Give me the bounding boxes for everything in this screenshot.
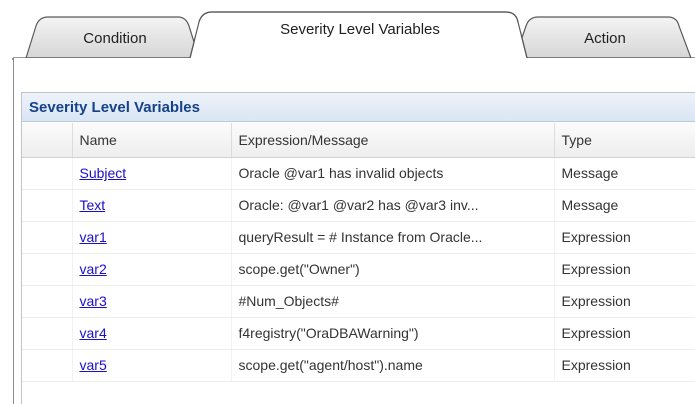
row-selector[interactable] (22, 189, 73, 222)
table-row[interactable]: var4 f4registry("OraDBAWarning") Expressio… (22, 317, 695, 350)
tab-severity-level-variables[interactable]: Severity Level Variables (230, 21, 490, 38)
table-header-row: Name Expression/Message Type (22, 123, 695, 158)
table-row[interactable]: var3 #Num_Objects# Expression (22, 285, 695, 318)
cell-name: var4 (72, 317, 232, 350)
column-header-name[interactable]: Name (72, 123, 232, 158)
tab-strip: Condition Severity Level Variables Actio… (0, 0, 695, 60)
variables-grid-panel: Severity Level Variables Name Expression… (21, 92, 695, 404)
table-row[interactable]: Text Oracle: @var1 @var2 has @var3 inv...… (22, 189, 695, 222)
row-selector[interactable] (22, 285, 73, 318)
cell-expression: Oracle @var1 has invalid objects (231, 157, 555, 190)
cell-type: Expression (554, 253, 695, 286)
variable-name-link[interactable]: var3 (80, 293, 107, 309)
cell-expression: #Num_Objects# (231, 285, 555, 318)
variables-table: Name Expression/Message Type Subject Orac… (22, 123, 695, 382)
cell-expression: f4registry("OraDBAWarning") (231, 317, 555, 350)
cell-name: var3 (72, 285, 232, 318)
tab-panel: Severity Level Variables Name Expression… (13, 58, 695, 404)
row-selector[interactable] (22, 317, 73, 350)
variable-name-link[interactable]: var4 (80, 325, 107, 341)
column-header-type[interactable]: Type (554, 123, 695, 158)
cell-type: Message (554, 189, 695, 222)
variable-name-link[interactable]: Subject (80, 165, 127, 181)
variable-name-link[interactable]: var5 (80, 357, 107, 373)
tab-action[interactable]: Action (555, 30, 655, 47)
column-header-expression[interactable]: Expression/Message (231, 123, 555, 158)
cell-expression: scope.get("agent/host").name (231, 349, 555, 382)
table-row[interactable]: Subject Oracle @var1 has invalid objects M… (22, 157, 695, 190)
row-selector[interactable] (22, 157, 73, 190)
row-selector[interactable] (22, 253, 73, 286)
cell-type: Expression (554, 317, 695, 350)
cell-type: Expression (554, 285, 695, 318)
cell-name: Text (72, 189, 232, 222)
table-row[interactable]: var2 scope.get("Owner") Expression (22, 253, 695, 286)
cell-expression: queryResult = # Instance from Oracle... (231, 221, 555, 254)
variable-name-link[interactable]: var1 (80, 229, 107, 245)
row-selector[interactable] (22, 221, 73, 254)
table-row[interactable]: var1 queryResult = # Instance from Oracle… (22, 221, 695, 254)
cell-type: Expression (554, 221, 695, 254)
cell-type: Expression (554, 349, 695, 382)
variable-name-link[interactable]: Text (80, 197, 106, 213)
section-title: Severity Level Variables (22, 93, 695, 122)
tab-condition[interactable]: Condition (60, 30, 170, 47)
table-row[interactable]: var5 scope.get("agent/host").name Expressi… (22, 349, 695, 382)
cell-expression: Oracle: @var1 @var2 has @var3 inv... (231, 189, 555, 222)
cell-name: var1 (72, 221, 232, 254)
cell-name: Subject (72, 157, 232, 190)
table-body: Subject Oracle @var1 has invalid objects M… (22, 157, 695, 382)
row-selector-header (22, 123, 73, 158)
row-selector[interactable] (22, 349, 73, 382)
variable-name-link[interactable]: var2 (80, 261, 107, 277)
cell-name: var2 (72, 253, 232, 286)
cell-type: Message (554, 157, 695, 190)
cell-name: var5 (72, 349, 232, 382)
cell-expression: scope.get("Owner") (231, 253, 555, 286)
